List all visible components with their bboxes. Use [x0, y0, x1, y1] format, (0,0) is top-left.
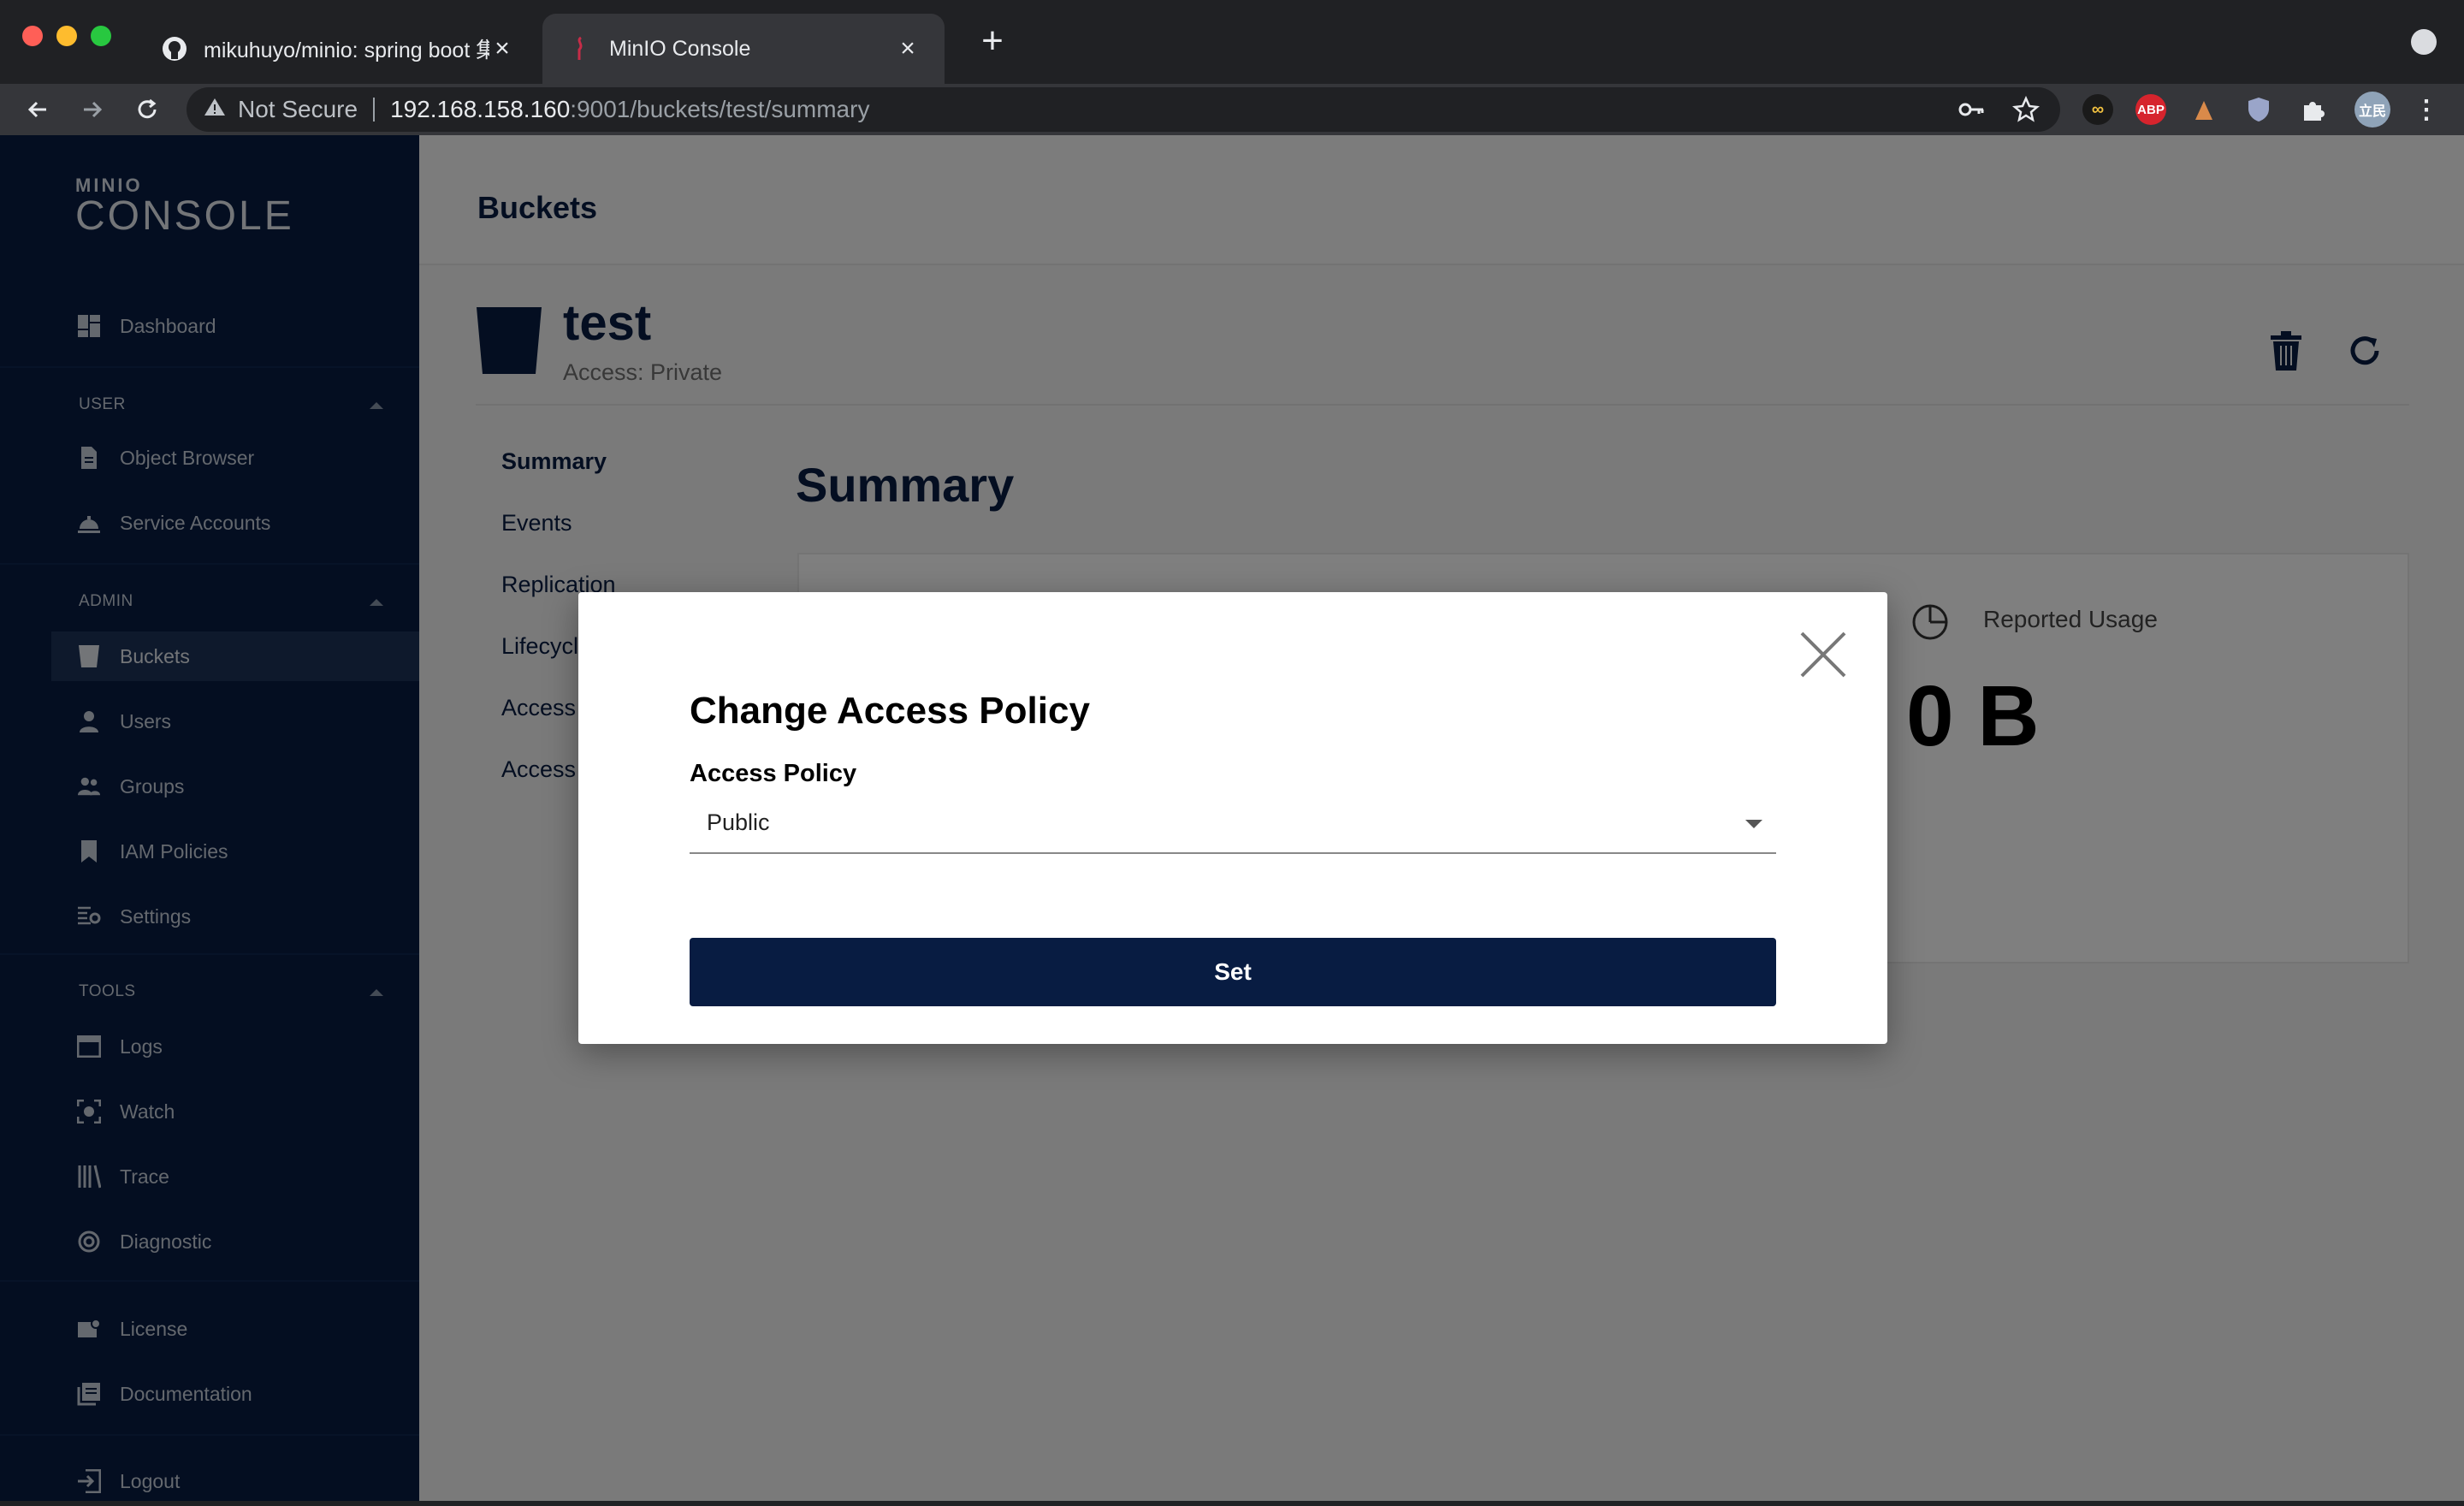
tab-close-icon[interactable]: × — [489, 36, 515, 62]
tab-title: MinIO Console — [609, 36, 751, 61]
browser-menu-icon[interactable]: ⋮ — [2411, 94, 2442, 125]
github-icon — [161, 35, 188, 62]
close-icon — [1800, 631, 1846, 678]
access-policy-select[interactable]: Public — [690, 797, 1776, 854]
new-tab-button[interactable]: + — [974, 22, 1011, 60]
security-status[interactable]: Not Secure — [238, 96, 358, 123]
close-dialog-button[interactable] — [1798, 630, 1848, 679]
dropdown-arrow-icon — [1745, 820, 1762, 828]
window-minimize-button[interactable] — [56, 26, 77, 46]
set-button[interactable]: Set — [690, 938, 1776, 1006]
reload-icon — [138, 98, 157, 119]
arrow-right-icon — [84, 101, 103, 118]
shield-extension-icon[interactable] — [2243, 94, 2274, 125]
profile-avatar[interactable]: 立民 — [2354, 92, 2390, 127]
change-access-policy-dialog: Change Access Policy Access Policy Publi… — [578, 592, 1887, 1044]
url-path: :9001/buckets/test/summary — [570, 96, 870, 122]
puzzle-icon[interactable] — [2298, 94, 2329, 125]
adblock-plus-icon[interactable]: ABP — [2135, 94, 2166, 125]
tab-title: mikuhuyo/minio: spring boot 集 — [204, 39, 489, 62]
star-icon[interactable] — [2012, 95, 2040, 129]
forward-button[interactable] — [74, 91, 111, 128]
minio-flamingo-icon — [566, 35, 594, 62]
browser-tab-minio-console[interactable]: MinIO Console × — [542, 14, 945, 84]
infinity-extension-icon[interactable]: ∞ — [2082, 94, 2113, 125]
window-close-button[interactable] — [22, 26, 43, 46]
reload-button[interactable] — [128, 91, 166, 128]
dialog-title: Change Access Policy — [690, 690, 1090, 732]
url-host: 192.168.158.160 — [390, 96, 571, 122]
window-maximize-button[interactable] — [91, 26, 111, 46]
access-policy-label: Access Policy — [690, 760, 857, 787]
arrow-left-icon — [27, 101, 46, 118]
selected-policy-value: Public — [707, 809, 770, 835]
warning-icon — [204, 96, 226, 123]
browser-tab-github[interactable]: mikuhuyo/minio: spring boot 集 × — [137, 14, 539, 84]
tab-close-icon[interactable]: × — [895, 36, 921, 62]
key-icon[interactable] — [1958, 96, 1985, 129]
tab-search-icon[interactable] — [2411, 29, 2437, 55]
address-bar[interactable]: Not Secure 192.168.158.160:9001/buckets/… — [187, 87, 2060, 132]
extension-icon[interactable] — [2189, 94, 2219, 125]
browser-toolbar: Not Secure 192.168.158.160:9001/buckets/… — [0, 84, 2464, 135]
address-separator — [373, 98, 376, 122]
browser-tab-strip: mikuhuyo/minio: spring boot 集 × MinIO Co… — [0, 0, 2464, 84]
back-button[interactable] — [19, 91, 56, 128]
